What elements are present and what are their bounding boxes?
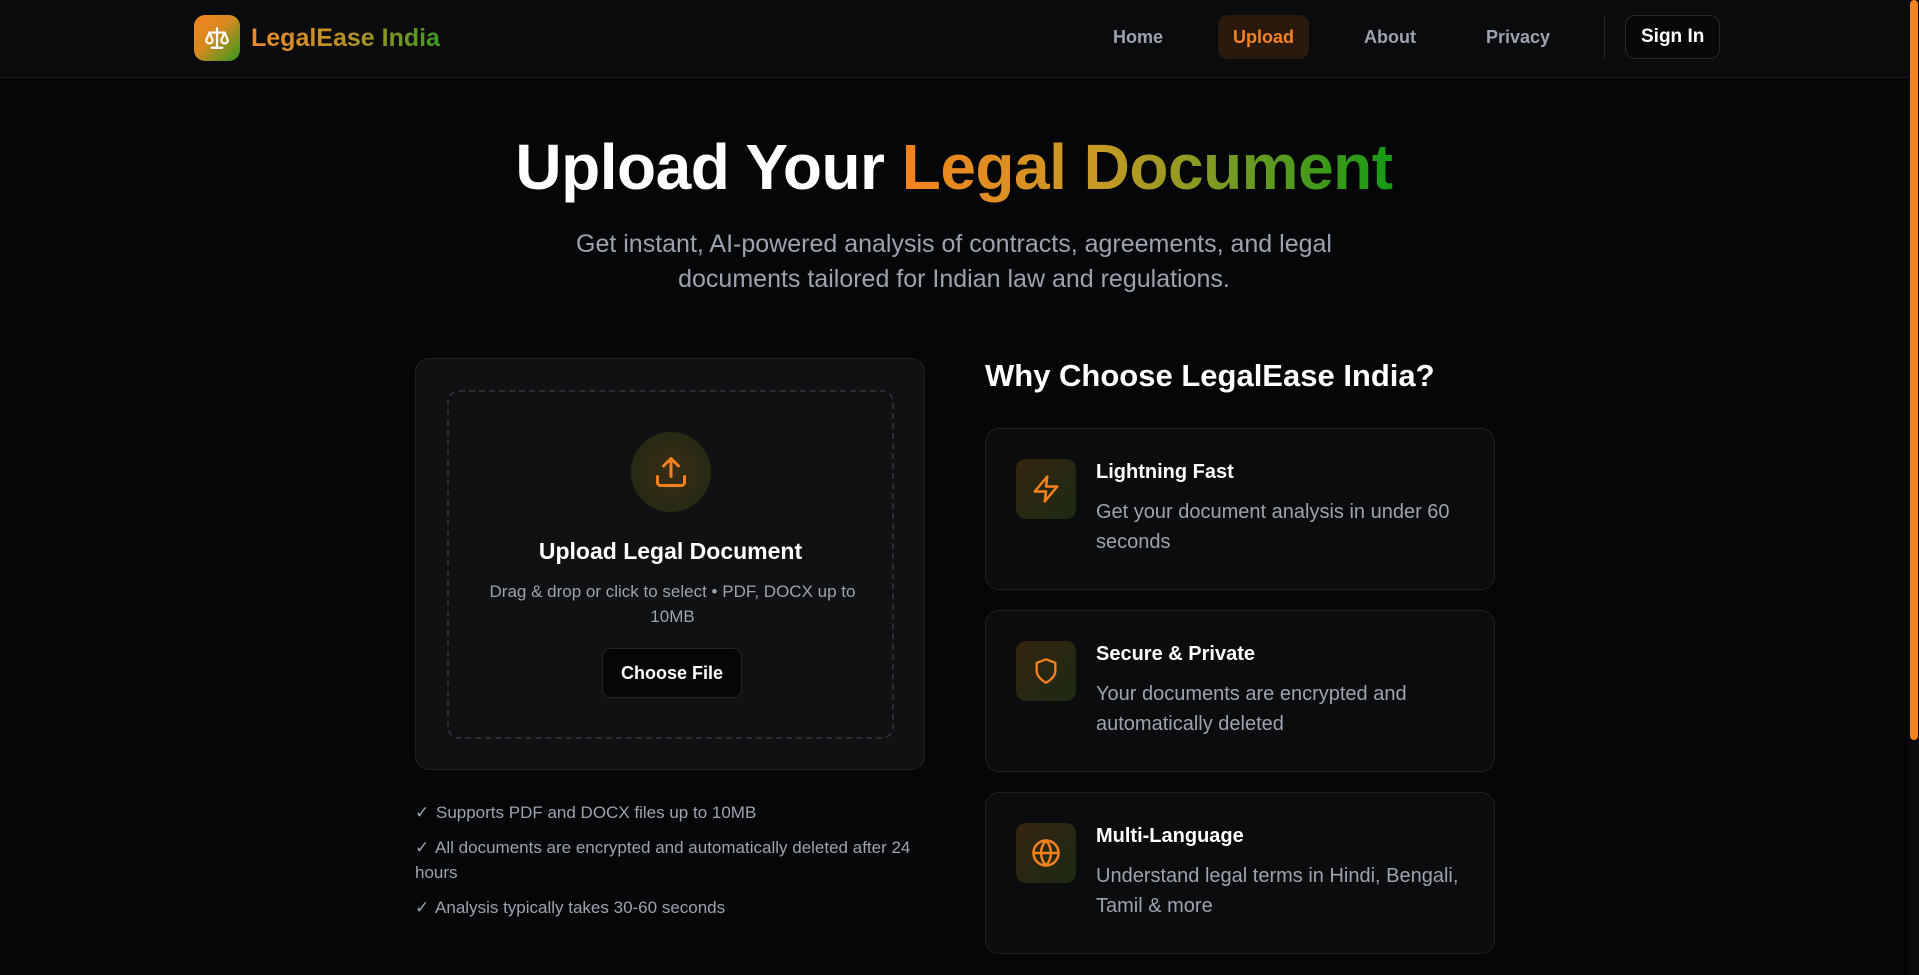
nav-about[interactable]: About bbox=[1349, 15, 1431, 59]
top-navbar: LegalEase India Home Upload About Privac… bbox=[0, 0, 1908, 78]
check-icon: ✓ bbox=[415, 898, 430, 917]
why-choose-heading: Why Choose LegalEase India? bbox=[985, 358, 1435, 393]
main-nav: Home Upload About Privacy Sign In bbox=[1098, 15, 1721, 59]
upload-description: Drag & drop or click to select • PDF, DO… bbox=[489, 582, 856, 626]
note-item: ✓ Supports PDF and DOCX files up to 10MB bbox=[415, 803, 757, 822]
feature-description: Get your document analysis in under 60 s… bbox=[1096, 501, 1450, 553]
check-icon: ✓ bbox=[415, 838, 430, 857]
title-highlight: Legal Document bbox=[901, 131, 1393, 203]
brand-name: LegalEase India bbox=[251, 23, 440, 52]
upload-icon bbox=[631, 432, 711, 512]
upload-title: Upload Legal Document bbox=[538, 538, 803, 564]
note-item: ✓ Analysis typically takes 30-60 seconds bbox=[415, 898, 726, 917]
brand-link[interactable]: LegalEase India bbox=[194, 15, 440, 61]
check-icon: ✓ bbox=[415, 803, 430, 822]
nav-upload[interactable]: Upload bbox=[1218, 15, 1310, 59]
nav-privacy[interactable]: Privacy bbox=[1471, 15, 1565, 59]
nav-home[interactable]: Home bbox=[1098, 15, 1178, 59]
nav-divider bbox=[1604, 15, 1605, 59]
note-item: ✓ All documents are encrypted and automa… bbox=[415, 838, 911, 882]
sign-in-button[interactable]: Sign In bbox=[1625, 15, 1721, 59]
title-plain: Upload Your bbox=[515, 131, 902, 203]
shield-icon bbox=[1016, 641, 1076, 701]
feature-description: Your documents are encrypted and automat… bbox=[1096, 683, 1407, 735]
feature-description: Understand legal terms in Hindi, Bengali… bbox=[1096, 865, 1459, 917]
feature-title: Lightning Fast bbox=[1096, 461, 1234, 483]
page-subtitle: Get instant, AI-powered analysis of cont… bbox=[576, 230, 1332, 293]
globe-icon bbox=[1016, 823, 1076, 883]
scrollbar-thumb[interactable] bbox=[1910, 0, 1918, 740]
lightning-icon bbox=[1016, 459, 1076, 519]
feature-title: Multi-Language bbox=[1096, 825, 1244, 847]
feature-card-language: Multi-Language Understand legal terms in… bbox=[985, 792, 1495, 954]
feature-card-fast: Lightning Fast Get your document analysi… bbox=[985, 428, 1495, 590]
feature-title: Secure & Private bbox=[1096, 643, 1255, 665]
page-title: Upload Your Legal Document bbox=[0, 130, 1908, 204]
scales-logo-icon bbox=[194, 15, 240, 61]
feature-card-secure: Secure & Private Your documents are encr… bbox=[985, 610, 1495, 772]
upload-notes: ✓ Supports PDF and DOCX files up to 10MB… bbox=[415, 800, 915, 930]
file-dropzone[interactable]: Upload Legal Document Drag & drop or cli… bbox=[447, 390, 894, 739]
upload-card: Upload Legal Document Drag & drop or cli… bbox=[415, 358, 925, 770]
choose-file-button[interactable]: Choose File bbox=[602, 648, 742, 698]
